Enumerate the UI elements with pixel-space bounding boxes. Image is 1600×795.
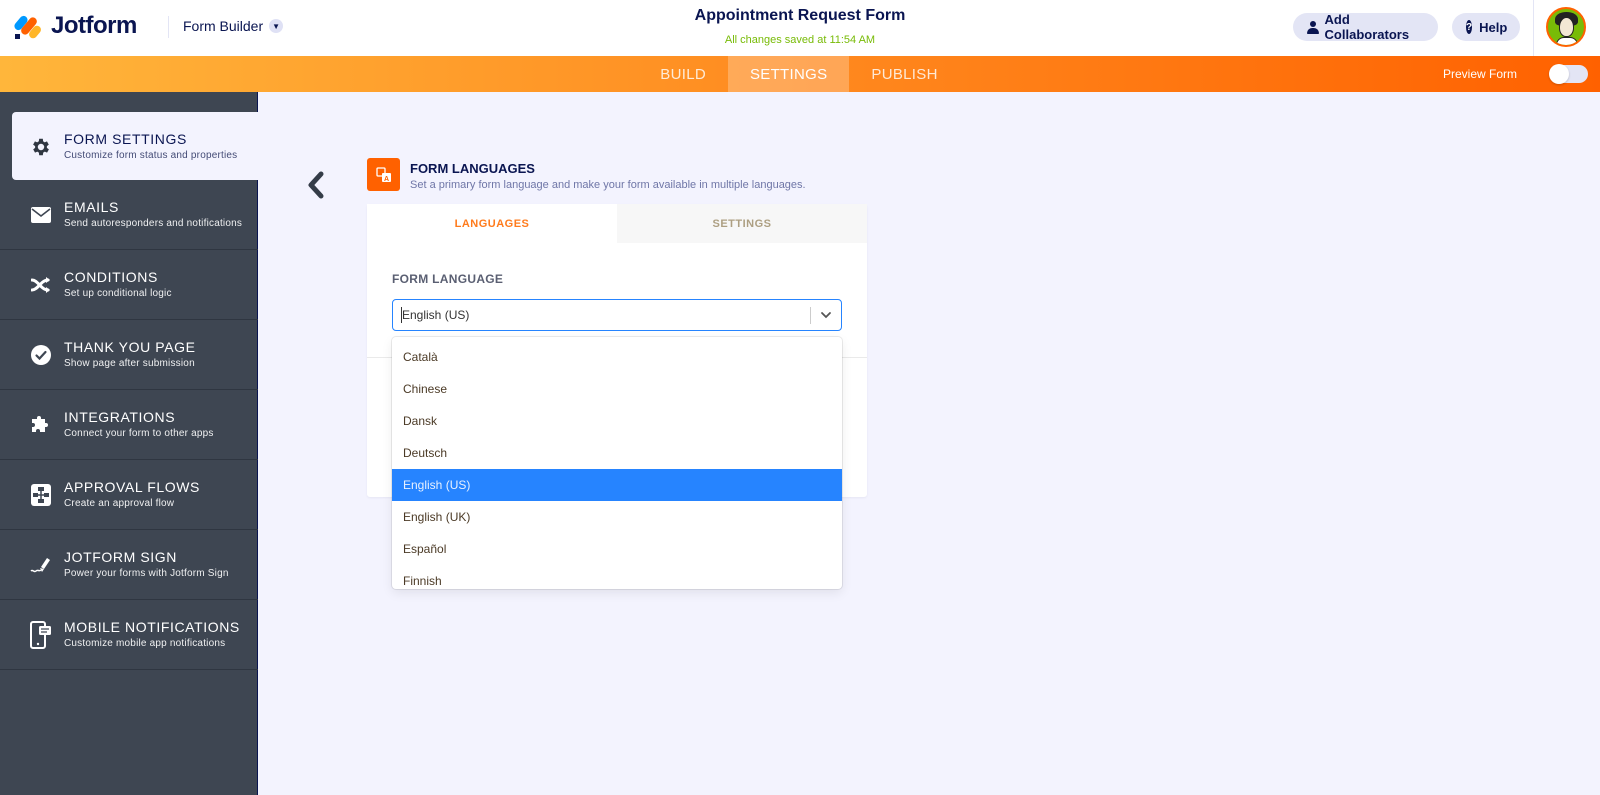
select-divider (810, 307, 811, 324)
tab-languages[interactable]: LANGUAGES (367, 204, 617, 243)
sidebar-item-emails[interactable]: EMAILS Send autoresponders and notificat… (0, 180, 258, 250)
help-label: Help (1479, 19, 1508, 35)
top-header: Jotform Form Builder ▼ Appointment Reque… (0, 0, 1600, 56)
tab-language-settings[interactable]: SETTINGS (617, 204, 867, 243)
panel-title: FORM LANGUAGES (410, 161, 535, 176)
language-option[interactable]: Deutsch (392, 437, 842, 469)
language-option[interactable]: Chinese (392, 373, 842, 405)
translate-icon: A (367, 158, 400, 191)
check-circle-icon (30, 344, 52, 366)
language-option-selected[interactable]: English (US) (392, 469, 842, 501)
help-button[interactable]: ? Help (1452, 13, 1520, 41)
add-collaborators-label: Add Collaborators (1324, 12, 1410, 42)
panel-tabs: LANGUAGES SETTINGS (367, 204, 867, 243)
mobile-message-icon (30, 621, 52, 649)
envelope-icon (30, 204, 52, 226)
sidebar-item-jotform-sign[interactable]: JOTFORM SIGN Power your forms with Jotfo… (0, 530, 258, 600)
header-divider-right (1533, 0, 1534, 56)
selected-language: English (US) (402, 308, 470, 322)
sidebar-item-approval-flows[interactable]: APPROVAL FLOWS Create an approval flow (0, 460, 258, 530)
sidebar-item-title: FORM SETTINGS (64, 131, 187, 147)
language-dropdown-menu[interactable]: Català Chinese Dansk Deutsch English (US… (392, 337, 842, 589)
tab-publish[interactable]: PUBLISH (849, 56, 959, 92)
builder-tabs: BUILD SETTINGS PUBLISH (0, 56, 1600, 92)
svg-text:A: A (384, 176, 389, 183)
chevron-down-icon[interactable] (819, 308, 833, 322)
add-collaborators-button[interactable]: Add Collaborators (1293, 12, 1438, 42)
language-option[interactable]: Dansk (392, 405, 842, 437)
sidebar-item-subtitle: Create an approval flow (64, 498, 175, 509)
preview-form-toggle[interactable] (1549, 64, 1588, 84)
preview-form-label: Preview Form (1442, 67, 1517, 81)
user-icon (1307, 20, 1319, 34)
sidebar-item-conditions[interactable]: CONDITIONS Set up conditional logic (0, 250, 258, 320)
sidebar-item-integrations[interactable]: INTEGRATIONS Connect your form to other … (0, 390, 258, 460)
form-language-label: FORM LANGUAGE (392, 272, 504, 286)
pen-nib-icon (30, 554, 52, 576)
settings-sidebar: FORM SETTINGS Customize form status and … (0, 92, 258, 795)
question-icon: ? (1466, 20, 1473, 34)
form-language-select[interactable]: English (US) (392, 299, 842, 331)
sidebar-item-thank-you-page[interactable]: THANK YOU PAGE Show page after submissio… (0, 320, 258, 390)
sidebar-item-title: APPROVAL FLOWS (64, 479, 200, 495)
sidebar-item-subtitle: Connect your form to other apps (64, 428, 214, 439)
sidebar-item-subtitle: Customize form status and properties (64, 150, 238, 161)
sidebar-item-mobile-notifications[interactable]: MOBILE NOTIFICATIONS Customize mobile ap… (0, 600, 258, 670)
builder-nav-bar: BUILD SETTINGS PUBLISH Preview Form (0, 56, 1600, 92)
sidebar-item-title: INTEGRATIONS (64, 409, 176, 425)
chevron-left-icon (308, 171, 324, 199)
sidebar-item-title: CONDITIONS (64, 269, 158, 285)
sidebar-item-title: THANK YOU PAGE (64, 339, 196, 355)
shuffle-icon (30, 274, 52, 296)
language-option[interactable]: Català (392, 341, 842, 373)
sidebar-item-title: JOTFORM SIGN (64, 549, 177, 565)
sidebar-item-title: EMAILS (64, 199, 119, 215)
puzzle-icon (30, 414, 52, 436)
back-button[interactable] (304, 170, 328, 200)
sidebar-item-subtitle: Power your forms with Jotform Sign (64, 568, 229, 579)
sidebar-item-subtitle: Set up conditional logic (64, 288, 172, 299)
language-option[interactable]: Español (392, 533, 842, 565)
language-option[interactable]: Finnish (392, 565, 842, 589)
tab-settings[interactable]: SETTINGS (727, 56, 850, 92)
sidebar-item-title: MOBILE NOTIFICATIONS (64, 619, 240, 635)
language-option[interactable]: English (UK) (392, 501, 842, 533)
panel-subtitle: Set a primary form language and make you… (410, 179, 806, 191)
sidebar-item-subtitle: Send autoresponders and notifications (64, 218, 243, 229)
flowchart-icon (30, 484, 52, 506)
tab-build[interactable]: BUILD (638, 56, 728, 92)
avatar[interactable] (1546, 7, 1586, 47)
sidebar-item-subtitle: Customize mobile app notifications (64, 638, 226, 649)
sidebar-item-form-settings[interactable]: FORM SETTINGS Customize form status and … (12, 112, 258, 180)
sidebar-item-subtitle: Show page after submission (64, 358, 195, 369)
gear-icon (30, 136, 52, 158)
